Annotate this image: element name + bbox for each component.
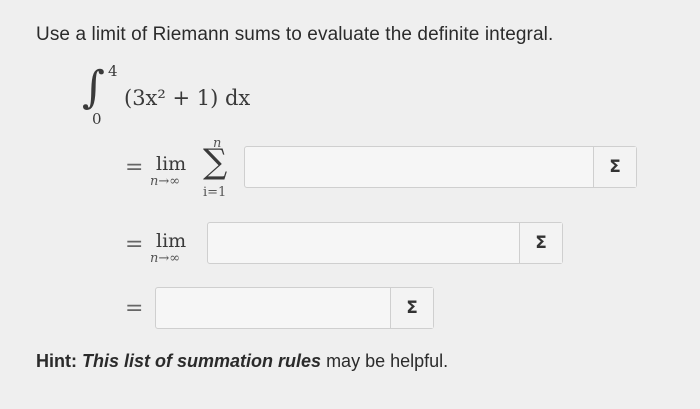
answer-field-3[interactable]: Σ bbox=[155, 287, 434, 329]
limit-subscript-2: n→∞ bbox=[150, 251, 181, 266]
answer-field-2[interactable]: Σ bbox=[207, 222, 563, 264]
limit-label-1: lim bbox=[156, 153, 187, 175]
limit-label-2: lim bbox=[156, 230, 187, 252]
hint-suffix: may be helpful. bbox=[326, 351, 449, 371]
answer-field-1[interactable]: Σ bbox=[244, 146, 637, 188]
integrand: (3x² + 1) dx bbox=[124, 86, 251, 110]
hint-label: Hint: bbox=[36, 351, 77, 371]
equals-sign-3: = bbox=[125, 296, 144, 321]
equals-sign-2: = bbox=[125, 232, 144, 257]
summation-symbol: ∑ bbox=[203, 142, 228, 182]
integral-lower-limit: 0 bbox=[92, 110, 102, 128]
equals-sign-1: = bbox=[125, 155, 144, 180]
question-prompt: Use a limit of Riemann sums to evaluate … bbox=[36, 24, 554, 45]
summation-rules-link[interactable]: This list of summation rules bbox=[82, 351, 321, 371]
integral-symbol: ∫ bbox=[82, 62, 105, 113]
sigma-button-1[interactable]: Σ bbox=[593, 147, 636, 187]
hint-text: Hint: This list of summation rules may b… bbox=[36, 351, 448, 372]
limit-subscript-1: n→∞ bbox=[150, 174, 181, 189]
integral-upper-limit: 4 bbox=[108, 62, 118, 80]
sigma-button-3[interactable]: Σ bbox=[390, 288, 433, 328]
sum-lower-index: i=1 bbox=[203, 185, 227, 200]
sigma-button-2[interactable]: Σ bbox=[519, 223, 562, 263]
